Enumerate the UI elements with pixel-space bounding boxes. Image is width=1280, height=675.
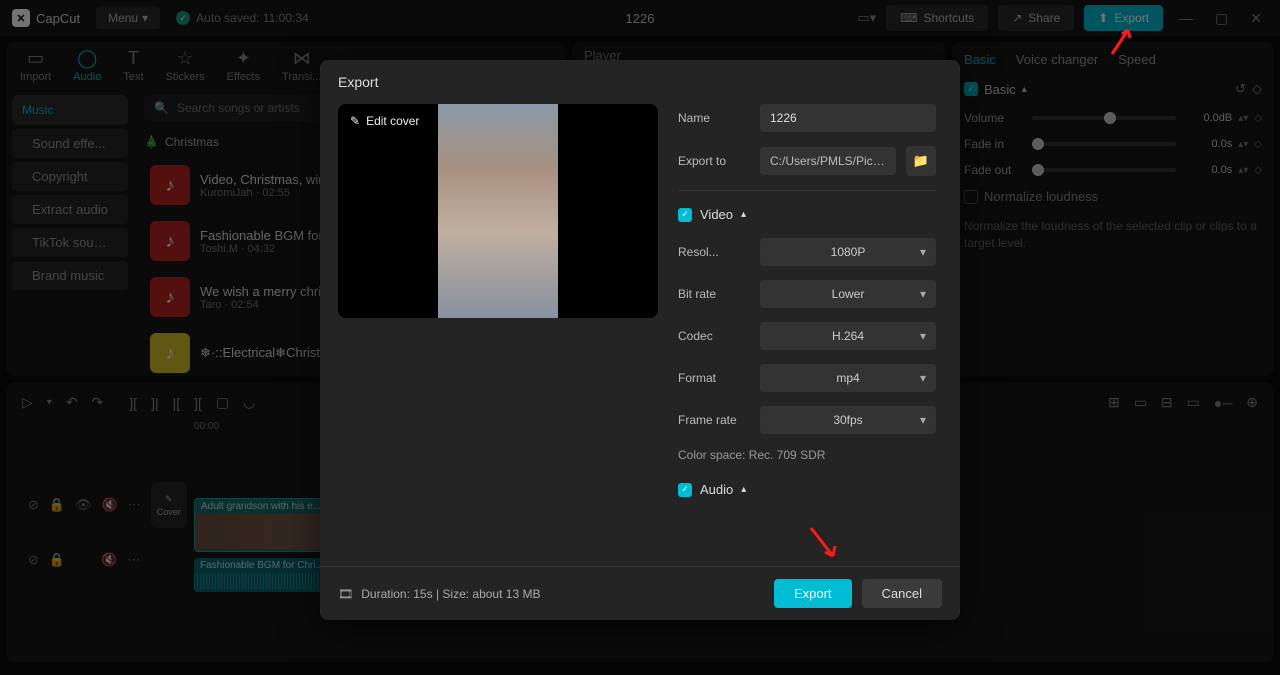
film-icon: 🎞 <box>338 587 353 601</box>
name-input[interactable] <box>760 104 936 132</box>
divider <box>678 190 936 191</box>
name-row: Name <box>678 104 936 132</box>
export-to-label: Export to <box>678 154 750 168</box>
format-select[interactable]: mp4 <box>760 364 936 392</box>
resolution-row: Resol... 1080P <box>678 238 936 266</box>
audio-section-header[interactable]: ✓Audio▴ <box>678 482 936 497</box>
browse-folder-button[interactable]: 📁 <box>906 146 936 176</box>
chevron-up-icon: ▴ <box>741 209 746 220</box>
cover-image <box>438 104 558 318</box>
colorspace-note: Color space: Rec. 709 SDR <box>678 448 936 462</box>
export-confirm-button[interactable]: Export <box>774 579 852 608</box>
format-row: Format mp4 <box>678 364 936 392</box>
export-modal: Export ✎Edit cover Name Export to C:/Use… <box>320 60 960 620</box>
cover-preview[interactable]: ✎Edit cover <box>338 104 658 318</box>
resolution-select[interactable]: 1080P <box>760 238 936 266</box>
folder-icon: 📁 <box>913 153 929 169</box>
modal-body: ✎Edit cover Name Export to C:/Users/PMLS… <box>320 104 960 566</box>
modal-title: Export <box>320 60 960 104</box>
video-section-header[interactable]: ✓Video▴ <box>678 207 936 222</box>
checkbox-icon: ✓ <box>678 208 692 222</box>
bitrate-select[interactable]: Lower <box>760 280 936 308</box>
chevron-up-icon: ▴ <box>741 484 746 495</box>
modal-footer: 🎞Duration: 15s | Size: about 13 MB Expor… <box>320 566 960 620</box>
pencil-icon: ✎ <box>350 114 360 128</box>
modal-settings: Name Export to C:/Users/PMLS/Pictur... 📁… <box>678 104 942 566</box>
format-label: Format <box>678 371 750 385</box>
bitrate-row: Bit rate Lower <box>678 280 936 308</box>
name-label: Name <box>678 111 750 125</box>
export-path: C:/Users/PMLS/Pictur... <box>760 147 896 175</box>
checkbox-icon: ✓ <box>678 483 692 497</box>
framerate-select[interactable]: 30fps <box>760 406 936 434</box>
resolution-label: Resol... <box>678 245 750 259</box>
export-to-row: Export to C:/Users/PMLS/Pictur... 📁 <box>678 146 936 176</box>
bitrate-label: Bit rate <box>678 287 750 301</box>
edit-cover-button[interactable]: ✎Edit cover <box>350 114 419 128</box>
codec-select[interactable]: H.264 <box>760 322 936 350</box>
framerate-row: Frame rate 30fps <box>678 406 936 434</box>
codec-label: Codec <box>678 329 750 343</box>
framerate-label: Frame rate <box>678 413 750 427</box>
codec-row: Codec H.264 <box>678 322 936 350</box>
modal-left: ✎Edit cover <box>338 104 658 566</box>
cancel-button[interactable]: Cancel <box>862 579 942 608</box>
footer-info: 🎞Duration: 15s | Size: about 13 MB <box>338 587 540 601</box>
